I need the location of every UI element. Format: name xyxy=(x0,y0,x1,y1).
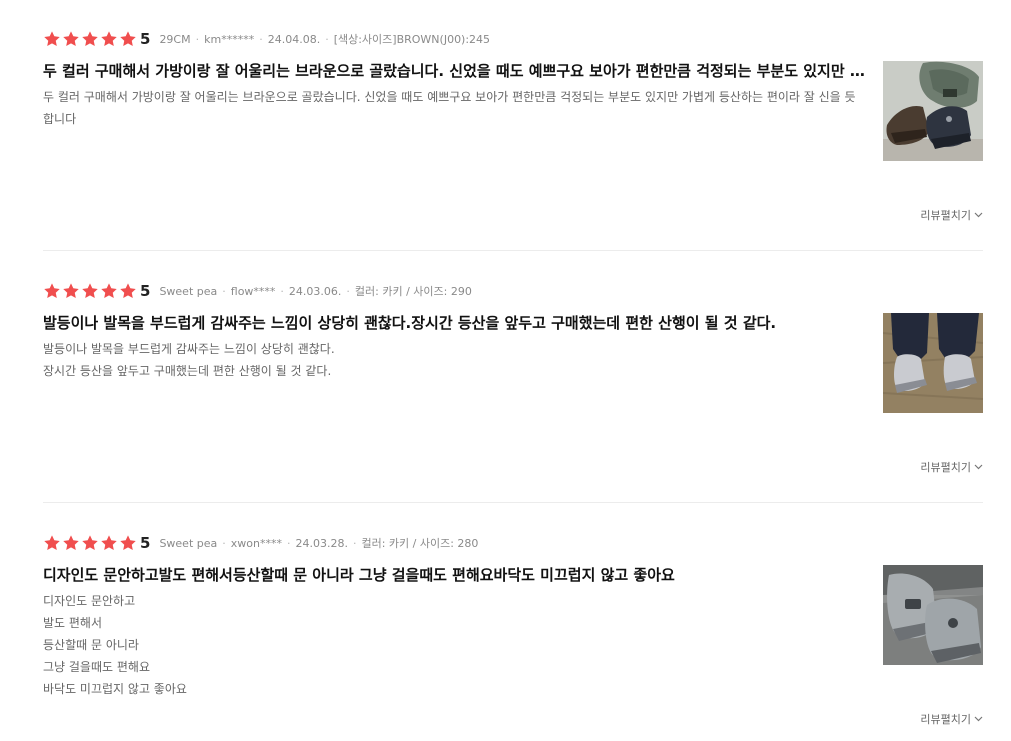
rating-value: 5 xyxy=(140,282,151,300)
meta-separator: · xyxy=(280,284,284,298)
star-icon xyxy=(101,535,117,551)
review-body: 두 컬러 구매해서 가방이랑 잘 어울리는 브라운으로 골랐습니다. 신었을 때… xyxy=(43,86,869,130)
rating-value: 5 xyxy=(140,534,151,552)
meta-separator: · xyxy=(222,536,226,550)
expand-review-button[interactable]: 리뷰펼치기 xyxy=(920,711,983,727)
star-rating xyxy=(43,534,138,552)
meta-separator: · xyxy=(195,32,200,46)
review-meta: 5 Sweet pea · xwon**** · 24.03.28. · 컬러:… xyxy=(43,532,478,554)
expand-review-label: 리뷰펼치기 xyxy=(920,209,971,222)
star-icon xyxy=(63,31,79,47)
review-title[interactable]: 두 컬러 구매해서 가방이랑 잘 어울리는 브라운으로 골랐습니다. 신었을 때… xyxy=(43,60,869,82)
reviewer-name: km****** xyxy=(204,32,255,46)
meta-separator: · xyxy=(352,536,357,550)
star-rating xyxy=(43,282,138,300)
star-icon xyxy=(82,31,98,47)
review-item: 5 Sweet pea · flow**** · 24.03.06. · 컬러:… xyxy=(43,280,983,500)
rating-value: 5 xyxy=(140,30,151,48)
review-title[interactable]: 발등이나 발목을 부드럽게 감싸주는 느낌이 상당히 괜찮다.장시간 등산을 앞… xyxy=(43,312,869,334)
review-body-line: 두 컬러 구매해서 가방이랑 잘 어울리는 브라운으로 골랐습니다. 신었을 때… xyxy=(43,90,856,126)
review-body-line: 장시간 등산을 앞두고 구매했는데 편한 산행이 될 것 같다. xyxy=(43,364,332,378)
star-icon xyxy=(101,283,117,299)
meta-separator: · xyxy=(259,32,263,46)
review-meta: 5 Sweet pea · flow**** · 24.03.06. · 컬러:… xyxy=(43,280,472,302)
purchase-option: 컬러: 카키 / 사이즈: 280 xyxy=(361,537,479,550)
review-source: Sweet pea xyxy=(159,536,218,550)
expand-review-button[interactable]: 리뷰펼치기 xyxy=(920,207,983,223)
star-icon xyxy=(120,31,136,47)
meta-separator: · xyxy=(346,284,350,298)
review-date: 24.03.06. xyxy=(288,284,342,298)
review-body: 디자인도 문안하고 발도 편해서 등산할때 문 아니라 그냥 걸을때도 편해요 … xyxy=(43,590,869,700)
review-meta: 5 29CM · km****** · 24.04.08. · [색상:사이즈]… xyxy=(43,28,490,50)
chevron-down-icon xyxy=(974,716,983,722)
expand-review-label: 리뷰펼치기 xyxy=(920,713,971,726)
review-body-line: 디자인도 문안하고 xyxy=(43,594,136,608)
purchase-option: [색상:사이즈]BROWN(J00):245 xyxy=(333,33,491,46)
review-date: 24.04.08. xyxy=(267,32,321,46)
star-icon xyxy=(120,283,136,299)
reviewer-name: xwon**** xyxy=(230,536,282,550)
purchase-option: 컬러: 카키 / 사이즈: 290 xyxy=(354,285,472,298)
review-date: 24.03.28. xyxy=(295,536,348,550)
star-icon xyxy=(44,535,60,551)
star-rating xyxy=(43,30,138,48)
star-icon xyxy=(82,283,98,299)
expand-review-button[interactable]: 리뷰펼치기 xyxy=(920,459,983,475)
star-icon xyxy=(63,283,79,299)
review-body-line: 등산할때 문 아니라 xyxy=(43,638,139,652)
review-list: 5 29CM · km****** · 24.04.08. · [색상:사이즈]… xyxy=(0,0,1011,741)
review-item: 5 Sweet pea · xwon**** · 24.03.28. · 컬러:… xyxy=(43,532,983,741)
review-source: 29CM xyxy=(159,32,191,46)
star-icon xyxy=(82,535,98,551)
review-body-line: 그냥 걸을때도 편해요 xyxy=(43,660,150,674)
review-body: 발등이나 발목을 부드럽게 감싸주는 느낌이 상당히 괜찮다. 장시간 등산을 … xyxy=(43,338,869,382)
meta-separator: · xyxy=(325,32,329,46)
meta-separator: · xyxy=(286,536,291,550)
review-title[interactable]: 디자인도 문안하고발도 편해서등산할때 문 아니라 그냥 걸을때도 편해요바닥도… xyxy=(43,564,869,586)
review-photo[interactable] xyxy=(883,313,983,413)
expand-review-label: 리뷰펼치기 xyxy=(920,461,971,474)
meta-separator: · xyxy=(222,284,226,298)
review-photo[interactable] xyxy=(883,565,983,665)
star-icon xyxy=(44,283,60,299)
chevron-down-icon xyxy=(974,212,983,218)
review-source: Sweet pea xyxy=(159,284,218,298)
star-icon xyxy=(120,535,136,551)
review-body-line: 발등이나 발목을 부드럽게 감싸주는 느낌이 상당히 괜찮다. xyxy=(43,342,335,356)
review-divider xyxy=(43,250,983,251)
review-divider xyxy=(43,502,983,503)
chevron-down-icon xyxy=(974,464,983,470)
review-body-line: 바닥도 미끄럽지 않고 좋아요 xyxy=(43,682,187,696)
reviewer-name: flow**** xyxy=(230,284,276,298)
star-icon xyxy=(63,535,79,551)
review-item: 5 29CM · km****** · 24.04.08. · [색상:사이즈]… xyxy=(43,28,983,248)
star-icon xyxy=(44,31,60,47)
review-body-line: 발도 편해서 xyxy=(43,616,103,630)
star-icon xyxy=(101,31,117,47)
review-photo[interactable] xyxy=(883,61,983,161)
